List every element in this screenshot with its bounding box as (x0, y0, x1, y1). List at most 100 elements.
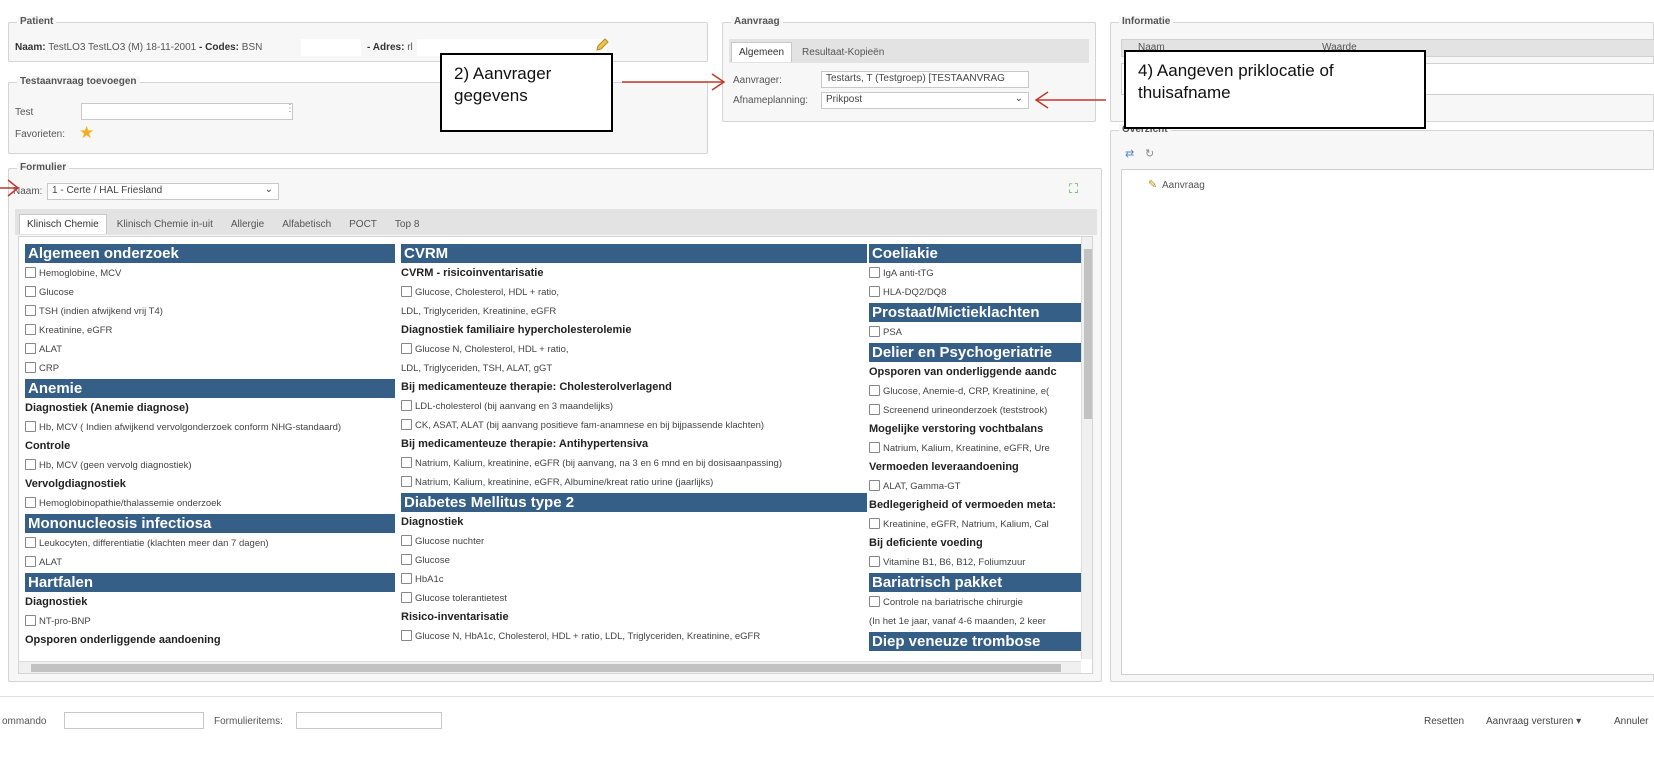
test-checkbox-item[interactable]: Kreatinine, eGFR (25, 321, 395, 340)
formulieritems-input[interactable] (296, 712, 442, 729)
test-checkbox-item[interactable]: CK, ASAT, ALAT (bij aanvang positieve fa… (401, 416, 867, 435)
checkbox[interactable] (869, 286, 880, 297)
checkbox[interactable] (25, 537, 36, 548)
annuleren-button[interactable]: Annuler (1614, 716, 1648, 727)
checkbox[interactable] (401, 286, 412, 297)
test-checkbox-item[interactable]: Glucose (401, 551, 867, 570)
item-label: Natrium, Kalium, kreatinine, eGFR, Album… (415, 477, 714, 488)
checkbox[interactable] (869, 267, 880, 278)
checkbox[interactable] (401, 400, 412, 411)
checkbox[interactable] (401, 592, 412, 603)
test-checkbox-item[interactable]: ALAT, Gamma-GT (869, 477, 1081, 496)
test-checkbox-item[interactable]: Natrium, Kalium, kreatinine, eGFR, Album… (401, 473, 867, 492)
test-checkbox-item[interactable]: Screenend urineonderzoek (teststrook) (869, 401, 1081, 420)
tree-item-aanvraag[interactable]: Aanvraag (1162, 180, 1205, 191)
test-checkbox-item[interactable]: Glucose (25, 283, 395, 302)
checkbox[interactable] (401, 457, 412, 468)
test-checkbox-item[interactable]: Hb, MCV ( Indien afwijkend vervolgonderz… (25, 418, 395, 437)
tab-resultaat-kopieen[interactable]: Resultaat-Kopieën (794, 42, 892, 62)
test-checkbox-item[interactable]: Hemoglobine, MCV (25, 264, 395, 283)
checkbox[interactable] (25, 324, 36, 335)
test-checkbox-item[interactable]: Natrium, Kalium, Kreatinine, eGFR, Ure (869, 439, 1081, 458)
checkbox[interactable] (401, 343, 412, 354)
checkbox[interactable] (25, 362, 36, 373)
checkbox[interactable] (869, 404, 880, 415)
checkbox[interactable] (401, 554, 412, 565)
afnameplanning-select[interactable]: Prikpost ⌄ (821, 92, 1029, 109)
checkbox[interactable] (869, 442, 880, 453)
checkbox[interactable] (869, 480, 880, 491)
checkbox[interactable] (401, 630, 412, 641)
horizontal-scrollbar-thumb[interactable] (31, 664, 1061, 672)
test-checkbox-item[interactable]: Hb, MCV (geen vervolg diagnostiek) (25, 456, 395, 475)
checkbox[interactable] (869, 326, 880, 337)
test-checkbox-item[interactable]: LDL-cholesterol (bij aanvang en 3 maande… (401, 397, 867, 416)
checkbox[interactable] (25, 459, 36, 470)
test-checkbox-item[interactable]: Glucose N, HbA1c, Cholesterol, HDL + rat… (401, 627, 867, 646)
test-checkbox-item[interactable]: ALAT (25, 340, 395, 359)
test-checkbox-item[interactable]: Glucose nuchter (401, 532, 867, 551)
tab-allergie[interactable]: Allergie (223, 214, 272, 234)
checkbox[interactable] (25, 305, 36, 316)
pencil-icon[interactable] (594, 37, 610, 53)
test-checkbox-item[interactable]: Glucose, Anemie-d, CRP, Kreatinine, e( (869, 382, 1081, 401)
test-checkbox-item[interactable]: Vitamine B1, B6, B12, Foliumzuur (869, 553, 1081, 572)
test-checkbox-item[interactable]: Kreatinine, eGFR, Natrium, Kalium, Cal (869, 515, 1081, 534)
tab-alfabetisch[interactable]: Alfabetisch (274, 214, 339, 234)
test-checkbox-item[interactable]: Controle na bariatrische chirurgie (869, 593, 1081, 612)
subsection-header: Risico-inventarisatie (401, 608, 867, 627)
item-label: Vermoeden leveraandoening (869, 461, 1019, 473)
aanvraag-panel: Aanvraag Algemeen Resultaat-Kopieën Aanv… (722, 16, 1096, 122)
tree-expand-icon[interactable]: ⇄ (1125, 147, 1134, 160)
test-checkbox-item[interactable]: TSH (indien afwijkend vrij T4) (25, 302, 395, 321)
checkbox[interactable] (869, 556, 880, 567)
checkbox[interactable] (869, 596, 880, 607)
checkbox[interactable] (25, 267, 36, 278)
aanvraag-versturen-button[interactable]: Aanvraag versturen ▾ (1486, 716, 1581, 727)
test-checkbox-item[interactable]: HLA-DQ2/DQ8 (869, 283, 1081, 302)
test-checkbox-item[interactable]: Glucose tolerantietest (401, 589, 867, 608)
star-icon[interactable]: ★ (79, 123, 94, 143)
checkbox[interactable] (25, 556, 36, 567)
checkbox[interactable] (401, 419, 412, 430)
commando-input[interactable] (64, 712, 204, 729)
test-checkbox-item[interactable]: CRP (25, 359, 395, 378)
test-checkbox-item[interactable]: PSA (869, 323, 1081, 342)
subsection-header: Vermoeden leveraandoening (869, 458, 1081, 477)
checkbox[interactable] (869, 385, 880, 396)
test-checkbox-item[interactable]: Glucose N, Cholesterol, HDL + ratio, (401, 340, 867, 359)
vertical-scrollbar-thumb[interactable] (1084, 249, 1092, 419)
checkbox[interactable] (25, 286, 36, 297)
aanvrager-input[interactable]: Testarts, T (Testgroep) [TESTAANVRAG (821, 71, 1029, 88)
drag-handle-icon[interactable]: ⋮ (285, 103, 295, 114)
expand-icon[interactable]: ⛶ (1069, 181, 1078, 197)
formulier-naam-select[interactable]: 1 - Certe / HAL Friesland ⌄ (47, 183, 279, 200)
checkbox[interactable] (25, 343, 36, 354)
refresh-icon[interactable]: ↻ (1145, 147, 1154, 160)
checkbox[interactable] (25, 615, 36, 626)
resetten-button[interactable]: Resetten (1424, 716, 1464, 727)
checkbox[interactable] (25, 421, 36, 432)
test-input[interactable] (81, 103, 293, 120)
checkbox[interactable] (869, 518, 880, 529)
tab-klinisch-chemie[interactable]: Klinisch Chemie (19, 214, 107, 234)
checkbox[interactable] (401, 573, 412, 584)
test-checkbox-item[interactable]: Natrium, Kalium, kreatinine, eGFR (bij a… (401, 454, 867, 473)
checkbox[interactable] (401, 535, 412, 546)
tab-algemeen[interactable]: Algemeen (731, 42, 793, 62)
test-checkbox-item[interactable]: IgA anti-tTG (869, 264, 1081, 283)
item-label: ALAT (39, 344, 63, 355)
checkbox[interactable] (25, 497, 36, 508)
test-checkbox-item[interactable]: Glucose, Cholesterol, HDL + ratio, (401, 283, 867, 302)
tab-poct[interactable]: POCT (341, 214, 385, 234)
checkbox[interactable] (401, 476, 412, 487)
test-checkbox-item[interactable]: HbA1c (401, 570, 867, 589)
horizontal-scrollbar[interactable] (19, 661, 1081, 673)
test-checkbox-item[interactable]: Leukocyten, differentiatie (klachten mee… (25, 534, 395, 553)
test-checkbox-item[interactable]: NT-pro-BNP (25, 612, 395, 631)
tab-top-8[interactable]: Top 8 (387, 214, 427, 234)
test-checkbox-item[interactable]: Hemoglobinopathie/thalassemie onderzoek (25, 494, 395, 513)
test-checkbox-item[interactable]: ALAT (25, 553, 395, 572)
vertical-scrollbar[interactable] (1081, 237, 1092, 659)
tab-klinisch-chemie-in-uit[interactable]: Klinisch Chemie in-uit (109, 214, 221, 234)
